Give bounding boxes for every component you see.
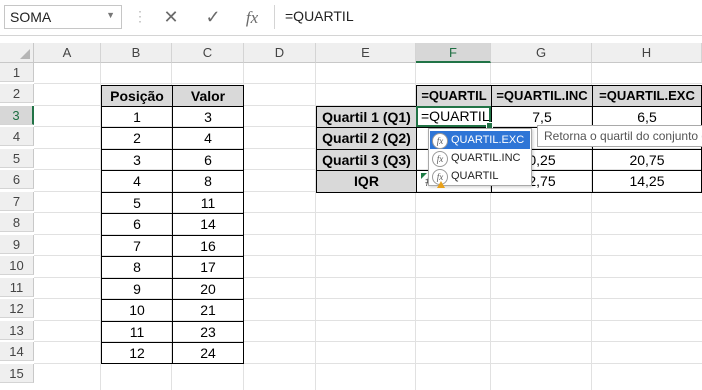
table-header-valor[interactable]: Valor [172,85,244,107]
row-header-13[interactable]: 13 [0,321,34,340]
column-header-g[interactable]: G [491,43,592,63]
name-box[interactable]: SOMA ▼ [4,5,122,29]
table-cell-posicao[interactable]: 8 [101,256,173,279]
table-cell-posicao[interactable]: 7 [101,235,173,257]
table-cell-valor[interactable]: 16 [172,235,244,257]
cancel-icon[interactable]: ✕ [157,4,185,30]
function-icon: fx [432,151,448,167]
table-cell-valor[interactable]: 17 [172,256,244,279]
function-tooltip: Retorna o quartil do conjunto de dados [537,125,702,147]
table-cell-posicao[interactable]: 3 [101,149,173,171]
row-header-12[interactable]: 12 [0,299,34,318]
table-cell-valor[interactable]: 11 [172,192,244,214]
row-header-9[interactable]: 9 [0,235,34,254]
table-cell-posicao[interactable]: 2 [101,127,173,150]
fx-label: fx [245,8,259,27]
table-cell-valor[interactable]: 3 [172,106,244,128]
row-header-7[interactable]: 7 [0,192,34,211]
autocomplete-label: QUARTIL.INC [451,152,521,164]
row-label-iqr[interactable]: IQR [316,170,417,193]
row-header-11[interactable]: 11 [0,278,34,297]
table-cell-valor[interactable]: 21 [172,299,244,322]
table-cell-valor[interactable]: 8 [172,170,244,193]
row-header-3[interactable]: 3 [0,106,34,125]
table-header-posicao[interactable]: Posição [101,85,173,107]
table-cell-valor[interactable]: 23 [172,321,244,343]
row-label-q3[interactable]: Quartil 3 (Q3) [316,149,417,171]
column-header-d[interactable]: D [244,43,316,63]
row-header-2[interactable]: 2 [0,84,34,103]
table-header-quartil[interactable]: =QUARTIL [416,85,492,107]
table-cell-posicao[interactable]: 5 [101,192,173,214]
row-header-8[interactable]: 8 [0,213,34,232]
table-cell-posicao[interactable]: 11 [101,321,173,343]
autocomplete-item-quartil[interactable]: fx QUARTIL [430,167,530,185]
autocomplete-label: QUARTIL.EXC [451,134,525,146]
column-header-a[interactable]: A [34,43,101,63]
table-cell-posicao[interactable]: 10 [101,299,173,322]
name-box-value: SOMA [10,9,52,25]
active-cell-f3[interactable]: =QUARTIL [416,106,493,129]
table-cell-valor[interactable]: 20 [172,278,244,300]
cell-h5[interactable]: 20,75 [592,149,702,171]
column-header-e[interactable]: E [316,43,416,63]
table-header-quartil-inc[interactable]: =QUARTIL.INC [491,85,593,107]
table-cell-posicao[interactable]: 1 [101,106,173,128]
warning-icon [437,181,445,188]
formula-input[interactable]: =QUARTIL [274,5,700,29]
row-header-6[interactable]: 6 [0,170,34,189]
row-label-q1[interactable]: Quartil 1 (Q1) [316,106,417,128]
table-cell-posicao[interactable]: 12 [101,342,173,364]
row-header-1[interactable]: 1 [0,63,34,82]
select-all-icon [20,49,30,59]
row-header-4[interactable]: 4 [0,127,34,146]
enter-icon[interactable]: ✓ [199,4,227,30]
error-indicator-icon [421,173,427,179]
active-cell-text: =QUARTIL [421,108,490,124]
table-cell-valor[interactable]: 14 [172,213,244,236]
select-all-button[interactable] [0,43,34,63]
table-cell-posicao[interactable]: 4 [101,170,173,193]
function-autocomplete-list: fx QUARTIL.EXC fx QUARTIL.INC fx QUARTIL [428,128,532,186]
formula-text: =QUARTIL [285,8,354,24]
column-header-h[interactable]: H [592,43,702,63]
column-header-b[interactable]: B [101,43,172,63]
row-header-10[interactable]: 10 [0,256,34,275]
table-cell-valor[interactable]: 24 [172,342,244,364]
column-header-f[interactable]: F [416,43,491,63]
function-icon: fx [432,133,448,149]
autocomplete-item-quartil-exc[interactable]: fx QUARTIL.EXC [430,131,530,149]
row-header-15[interactable]: 15 [0,364,34,383]
row-header-14[interactable]: 14 [0,342,34,361]
autocomplete-item-quartil-inc[interactable]: fx QUARTIL.INC [430,149,530,167]
insert-function-icon[interactable]: fx [238,4,266,30]
cell-h6[interactable]: 14,25 [592,170,702,193]
table-header-quartil-exc[interactable]: =QUARTIL.EXC [592,85,702,107]
row-label-q2[interactable]: Quartil 2 (Q2) [316,127,417,150]
autocomplete-label: QUARTIL [451,170,499,182]
table-cell-posicao[interactable]: 9 [101,278,173,300]
drag-handle-icon[interactable]: ⋮ [133,9,147,23]
table-cell-valor[interactable]: 4 [172,127,244,150]
row-header-5[interactable]: 5 [0,149,34,168]
table-cell-valor[interactable]: 6 [172,149,244,171]
column-header-c[interactable]: C [172,43,244,63]
gridline [34,83,702,84]
chevron-down-icon[interactable]: ▼ [106,10,115,20]
table-cell-posicao[interactable]: 6 [101,213,173,236]
